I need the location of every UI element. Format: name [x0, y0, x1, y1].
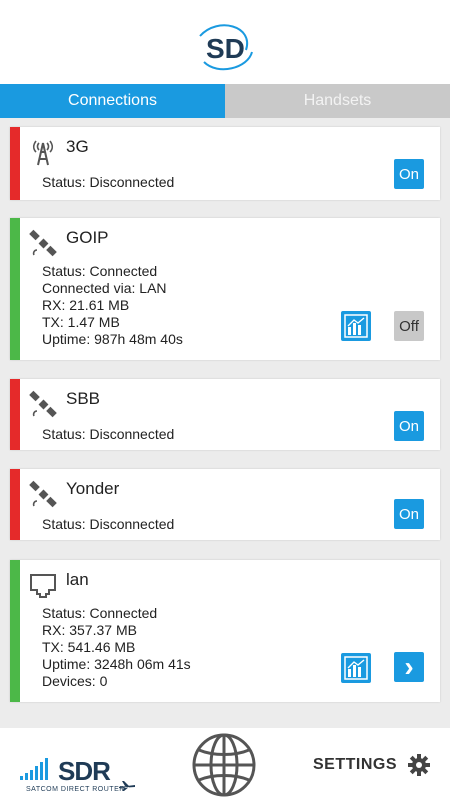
connection-status: Status: Disconnected	[42, 174, 175, 190]
stats-button[interactable]	[341, 653, 371, 683]
globe-icon[interactable]	[191, 732, 257, 798]
airplane-icon	[119, 781, 135, 791]
toggle-button[interactable]: On	[394, 499, 424, 529]
connection-card-3g[interactable]: 3G Status: Disconnected On	[10, 127, 440, 200]
signal-bars-icon	[20, 758, 48, 780]
connection-card-goip[interactable]: GOIP Status: Connected Connected via: LA…	[10, 218, 440, 360]
app-header: SD	[0, 0, 450, 84]
detail-line: Uptime: 987h 48m 40s	[42, 331, 183, 347]
connection-details: Status: Connected RX: 357.37 MB TX: 541.…	[42, 605, 191, 690]
detail-line: Status: Connected	[42, 605, 158, 621]
settings-button[interactable]: SETTINGS	[313, 756, 397, 774]
status-bar-connected	[10, 218, 20, 360]
gear-icon[interactable]	[408, 754, 430, 776]
toggle-button[interactable]: Off	[394, 311, 424, 341]
brand-subtitle: SATCOM DIRECT ROUTER	[26, 786, 125, 793]
toggle-button[interactable]: On	[394, 411, 424, 441]
brand-name: SDR	[58, 756, 111, 786]
detail-line: RX: 21.61 MB	[42, 297, 130, 313]
detail-line: Devices: 0	[42, 673, 108, 689]
detail-line: RX: 357.37 MB	[42, 622, 137, 638]
tab-handsets[interactable]: Handsets	[225, 84, 450, 118]
ethernet-port-icon	[30, 574, 56, 598]
stats-button[interactable]	[341, 311, 371, 341]
tab-bar: Connections Handsets	[0, 84, 450, 118]
satellite-icon	[29, 480, 57, 508]
sd-logo: SD	[199, 24, 253, 71]
status-bar-disconnected	[10, 379, 20, 450]
sdr-logo[interactable]: SDR SATCOM DIRECT ROUTER	[20, 744, 140, 793]
tab-connections[interactable]: Connections	[0, 84, 225, 118]
connection-name: Yonder	[66, 479, 120, 498]
chart-icon	[344, 656, 368, 680]
connection-card-lan[interactable]: lan Status: Connected RX: 357.37 MB TX: …	[10, 560, 440, 702]
connection-status: Status: Disconnected	[42, 516, 175, 532]
satellite-icon	[29, 229, 57, 257]
toggle-button[interactable]: On	[394, 159, 424, 189]
status-bar-connected	[10, 560, 20, 702]
detail-line: TX: 1.47 MB	[42, 314, 120, 330]
detail-line: TX: 541.46 MB	[42, 639, 136, 655]
connection-card-sbb[interactable]: SBB Status: Disconnected On	[10, 379, 440, 450]
satellite-icon	[29, 390, 57, 418]
connection-name: 3G	[66, 137, 89, 156]
connection-name: lan	[66, 570, 89, 589]
connection-card-yonder[interactable]: Yonder Status: Disconnected On	[10, 469, 440, 540]
chevron-right-button[interactable]: ›	[394, 652, 424, 682]
bottom-bar: SDR SATCOM DIRECT ROUTER SETTINGS	[0, 728, 450, 800]
status-bar-disconnected	[10, 469, 20, 540]
connection-status: Status: Disconnected	[42, 426, 175, 442]
chart-icon	[344, 314, 368, 338]
detail-line: Uptime: 3248h 06m 41s	[42, 656, 191, 672]
detail-line: Status: Connected	[42, 263, 158, 279]
cell-tower-icon	[32, 140, 54, 166]
svg-text:SD: SD	[206, 33, 245, 64]
detail-line: Connected via: LAN	[42, 280, 167, 296]
connection-name: GOIP	[66, 228, 109, 247]
connection-name: SBB	[66, 389, 101, 408]
status-bar-disconnected	[10, 127, 20, 200]
connection-details: Status: Connected Connected via: LAN RX:…	[42, 263, 183, 348]
